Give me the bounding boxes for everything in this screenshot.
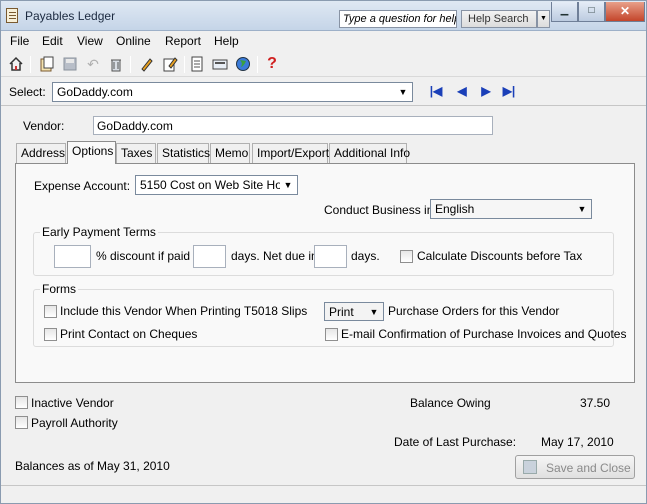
tab-statistics[interactable]: Statistics xyxy=(157,143,210,163)
menu-file[interactable]: File xyxy=(10,34,29,48)
save-icon xyxy=(523,460,537,474)
previous-record-icon[interactable]: ◀ xyxy=(454,82,470,100)
help-icon[interactable]: ? xyxy=(263,55,281,73)
early-payment-title: Early Payment Terms xyxy=(40,225,158,239)
last-record-icon[interactable]: ▶| xyxy=(501,82,517,100)
select-vendor-dropdown[interactable]: GoDaddy.com ▼ xyxy=(52,82,413,102)
expense-account-label: Expense Account: xyxy=(34,179,131,193)
payables-ledger-window: Payables Ledger Type a question for help… xyxy=(0,0,647,504)
inactive-vendor-checkbox[interactable] xyxy=(15,396,28,409)
menu-report[interactable]: Report xyxy=(165,34,201,48)
tab-memo[interactable]: Memo xyxy=(210,143,250,163)
balances-as-of-text: Balances as of May 31, 2010 xyxy=(15,459,170,473)
save-icon[interactable] xyxy=(61,55,79,73)
recycle-bin-icon[interactable] xyxy=(107,55,125,73)
conduct-business-label: Conduct Business in: xyxy=(324,203,437,217)
last-purchase-value: May 17, 2010 xyxy=(541,435,614,449)
tab-options[interactable]: Options xyxy=(67,141,116,164)
toolbar: ↶ ? xyxy=(1,52,646,77)
chevron-down-icon: ▼ xyxy=(369,307,379,317)
home-icon[interactable] xyxy=(7,55,25,73)
last-purchase-label: Date of Last Purchase: xyxy=(394,435,517,449)
help-search-button[interactable]: Help Search xyxy=(461,10,537,28)
select-vendor-value: GoDaddy.com xyxy=(57,85,133,99)
conduct-business-dropdown[interactable]: English ▼ xyxy=(430,199,592,219)
chevron-down-icon: ▼ xyxy=(280,177,296,193)
open-record-icon[interactable] xyxy=(38,55,56,73)
card-icon[interactable] xyxy=(211,55,229,73)
select-label: Select: xyxy=(9,85,46,99)
edit-document-icon[interactable] xyxy=(161,55,179,73)
tab-additional-info[interactable]: Additional Info xyxy=(329,143,410,163)
close-button[interactable]: ✕ xyxy=(605,2,645,22)
vendor-name-field[interactable]: GoDaddy.com xyxy=(93,116,493,135)
balance-owing-value: 37.50 xyxy=(580,396,611,410)
expense-account-value: 5150 Cost on Web Site Hosti xyxy=(140,178,294,192)
calc-before-tax-checkbox[interactable] xyxy=(400,250,413,263)
save-and-close-label: Save and Close xyxy=(546,461,631,475)
undo-icon[interactable]: ↶ xyxy=(84,55,102,73)
menu-bar: File Edit View Online Report Help xyxy=(1,32,646,52)
email-confirmation-checkbox[interactable] xyxy=(325,328,338,341)
next-record-icon[interactable]: ▶ xyxy=(478,82,494,100)
ledger-app-icon xyxy=(6,8,18,23)
menu-view[interactable]: View xyxy=(77,34,103,48)
globe-icon[interactable] xyxy=(234,55,252,73)
payroll-authority-label: Payroll Authority xyxy=(31,416,118,430)
days-net-label: days. Net due in xyxy=(231,249,318,263)
title-bar: Payables Ledger Type a question for help… xyxy=(1,1,646,31)
options-tab-panel: Expense Account: 5150 Cost on Web Site H… xyxy=(15,163,635,383)
chevron-down-icon[interactable]: ▼ xyxy=(537,10,550,28)
conduct-business-value: English xyxy=(435,202,475,216)
purchase-orders-label: Purchase Orders for this Vendor xyxy=(388,304,560,318)
first-record-icon[interactable]: |◀ xyxy=(428,82,444,100)
discount-percent-input[interactable] xyxy=(54,245,91,268)
status-bar xyxy=(1,485,646,503)
calc-before-tax-label: Calculate Discounts before Tax xyxy=(417,249,583,263)
days-label: days. xyxy=(351,249,380,263)
chevron-down-icon: ▼ xyxy=(398,87,408,97)
expense-account-dropdown[interactable]: 5150 Cost on Web Site Hosti ▼ xyxy=(135,175,298,195)
tab-taxes[interactable]: Taxes xyxy=(116,143,156,163)
window-title: Payables Ledger xyxy=(25,9,116,23)
discount-label: % discount if paid in xyxy=(96,249,203,263)
print-contact-label: Print Contact on Cheques xyxy=(60,327,198,341)
t5018-label: Include this Vendor When Printing T5018 … xyxy=(60,304,308,318)
maximize-button[interactable]: □ xyxy=(578,2,605,22)
journal-icon[interactable] xyxy=(188,55,206,73)
payroll-authority-checkbox[interactable] xyxy=(15,416,28,429)
t5018-checkbox[interactable] xyxy=(44,305,57,318)
minimize-button[interactable]: ▁ xyxy=(551,2,578,22)
tab-import-export[interactable]: Import/Export xyxy=(252,143,329,163)
menu-edit[interactable]: Edit xyxy=(42,34,63,48)
help-question-input[interactable]: Type a question for help xyxy=(339,10,457,28)
forms-title: Forms xyxy=(40,282,78,296)
early-payment-group: Early Payment Terms % discount if paid i… xyxy=(33,225,614,276)
discount-days-input[interactable] xyxy=(193,245,226,268)
email-confirmation-label: E-mail Confirmation of Purchase Invoices… xyxy=(341,327,627,341)
purchase-order-option-dropdown[interactable]: Print ▼ xyxy=(324,302,384,321)
print-contact-checkbox[interactable] xyxy=(44,328,57,341)
menu-online[interactable]: Online xyxy=(116,34,151,48)
pencil-icon[interactable] xyxy=(138,55,156,73)
purchase-order-option-value: Print xyxy=(329,305,354,319)
tab-address[interactable]: Address xyxy=(16,143,66,163)
inactive-vendor-label: Inactive Vendor xyxy=(31,396,114,410)
save-and-close-button[interactable]: Save and Close xyxy=(515,455,635,479)
chevron-down-icon: ▼ xyxy=(577,204,587,214)
menu-help[interactable]: Help xyxy=(214,34,239,48)
balance-owing-label: Balance Owing xyxy=(410,396,491,410)
vendor-label: Vendor: xyxy=(23,119,65,133)
forms-group: Forms Include this Vendor When Printing … xyxy=(33,282,626,347)
net-due-days-input[interactable] xyxy=(314,245,347,268)
